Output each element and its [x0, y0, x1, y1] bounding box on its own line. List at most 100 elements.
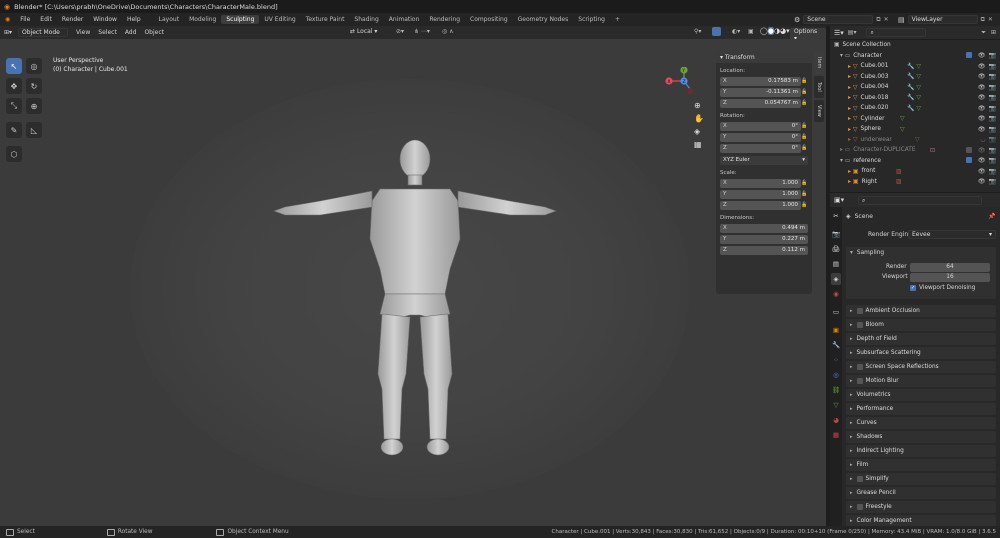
viewport-denoising-checkbox[interactable]: ✓ Viewport Denoising [910, 285, 975, 291]
viewlayer-close-icon[interactable]: ✕ [988, 16, 993, 23]
overlay-icon[interactable]: ◐▾ [732, 28, 740, 35]
scale-tool-icon[interactable]: ⤡ [6, 98, 22, 114]
section-freestyle[interactable]: ▸ Freestyle [846, 501, 996, 513]
menu-help[interactable]: Help [122, 16, 146, 23]
outliner-row[interactable]: ▸ ▽ Cube.004 🔧 ▽ 👁 📷 [830, 82, 1000, 93]
lock-icon[interactable]: 🔓 [801, 191, 808, 197]
location-y-field[interactable]: Y -0.11361 m [720, 87, 801, 97]
menu-render[interactable]: Render [57, 16, 88, 23]
mode-dropdown[interactable]: Object Mode [18, 28, 69, 37]
dimensions-y-field[interactable]: Y 0.227 m [720, 234, 808, 244]
tab-rendering[interactable]: Rendering [424, 15, 465, 24]
section-subsurface-scattering[interactable]: ▸ Subsurface Scattering [846, 347, 996, 359]
select-tool-icon[interactable]: ↖ [6, 58, 22, 74]
pivot-icon[interactable]: ⊘▾ [396, 28, 404, 35]
pin-icon[interactable]: 📌 [988, 213, 995, 220]
outliner-row[interactable]: ▣ Scene Collection [830, 40, 1000, 51]
outliner-row[interactable]: ▸ ▽ Cube.018 🔧 ▽ 👁 📷 [830, 93, 1000, 104]
scene-close-icon[interactable]: ✕ [884, 16, 889, 23]
section-screen-space-reflections[interactable]: ▸ Screen Space Reflections [846, 361, 996, 373]
section-grease-pencil[interactable]: ▸ Grease Pencil [846, 487, 996, 499]
move-tool-icon[interactable]: ✥ [6, 78, 22, 94]
tab-shading[interactable]: Shading [349, 15, 383, 24]
blender-menu-icon[interactable]: ◉ [0, 16, 15, 23]
outliner-row[interactable]: ▸ ▣ Right ▨ 👁 📷 [830, 177, 1000, 188]
pan-hand-icon[interactable]: ✋ [694, 114, 704, 123]
xray-icon[interactable]: ▣ [748, 28, 754, 35]
proportional-edit-icon[interactable]: ◎ ∧ [442, 28, 454, 35]
camera-view-icon[interactable]: ◈ [694, 127, 704, 136]
transform-tool-icon[interactable]: ⊕ [26, 98, 42, 114]
view-layer-tab-icon[interactable]: ▤ [831, 258, 841, 270]
outliner-row[interactable]: ▾ ▭ Character 👁 📷 [830, 51, 1000, 62]
section-film[interactable]: ▸ Film [846, 459, 996, 471]
sampling-header[interactable]: ▾ Sampling [846, 247, 996, 258]
lock-icon[interactable]: 🔓 [801, 202, 808, 208]
gizmo-toggle-icon[interactable] [712, 27, 721, 36]
transform-panel-header[interactable]: ▾ Transform [716, 52, 812, 63]
lock-icon[interactable]: 🔓 [801, 78, 808, 84]
tab-layout[interactable]: Layout [154, 15, 184, 24]
menu-edit[interactable]: Edit [35, 16, 57, 23]
snap-icon[interactable]: ⋔ ⋯▾ [414, 28, 430, 35]
character-model[interactable] [260, 139, 560, 459]
shading-modes[interactable]: ◯●◑◕▾ [760, 27, 790, 35]
rotation-x-field[interactable]: X 0° [720, 121, 801, 131]
dimensions-x-field[interactable]: X 0.494 m [720, 223, 808, 233]
section-shadows[interactable]: ▸ Shadows [846, 431, 996, 443]
viewlayer-icon[interactable]: ▤ [898, 16, 905, 24]
lock-icon[interactable]: 🔓 [801, 100, 808, 106]
section-simplify[interactable]: ▸ Simplify [846, 473, 996, 485]
scale-z-field[interactable]: Z 1.000 [720, 200, 801, 210]
dimensions-z-field[interactable]: Z 0.112 m [720, 245, 808, 255]
tab-scripting[interactable]: Scripting [573, 15, 610, 24]
lock-icon[interactable]: 🔓 [801, 89, 808, 95]
add-cube-tool-icon[interactable]: ⬡ [6, 146, 22, 162]
3d-viewport[interactable]: User Perspective (0) Character | Cube.00… [0, 39, 826, 526]
outliner-row[interactable]: ▸ ▽ Sphere ▽ 👁 📷 [830, 124, 1000, 135]
tab-modeling[interactable]: Modeling [184, 15, 221, 24]
output-tab-icon[interactable]: 🖨 [831, 243, 841, 255]
grid-view-icon[interactable]: ▦ [694, 140, 704, 149]
annotate-tool-icon[interactable]: ✎ [6, 122, 22, 138]
rotate-tool-icon[interactable]: ↻ [26, 78, 42, 94]
outliner-row[interactable]: ▸ ▽ Cube.001 🔧 ▽ 👁 📷 [830, 61, 1000, 72]
tab-compositing[interactable]: Compositing [465, 15, 513, 24]
scene-field[interactable]: Scene [803, 15, 874, 24]
section-bloom[interactable]: ▸ Bloom [846, 319, 996, 331]
section-volumetrics[interactable]: ▸ Volumetrics [846, 389, 996, 401]
filter-icon[interactable]: ⏷ [981, 29, 986, 37]
add-workspace-button[interactable]: + [610, 15, 625, 24]
viewlayer-copy-icon[interactable]: ⧉ [981, 16, 985, 24]
section-curves[interactable]: ▸ Curves [846, 417, 996, 429]
tab-sculpting[interactable]: Sculpting [221, 15, 260, 24]
lock-icon[interactable]: 🔓 [801, 123, 808, 129]
scene-copy-icon[interactable]: ⧉ [876, 16, 880, 24]
outliner-row[interactable]: ▸ ▽ Cylinder ▽ 👁 📷 [830, 114, 1000, 125]
tab-item[interactable]: Item [814, 52, 824, 74]
visibility-icon[interactable]: ⚲▾ [694, 28, 701, 35]
scale-x-field[interactable]: X 1.000 [720, 178, 801, 188]
tab-animation[interactable]: Animation [384, 15, 425, 24]
transform-orientation-dropdown[interactable]: ⇄ Local ▾ [350, 28, 377, 35]
display-mode-icon[interactable]: ▤▾ [848, 29, 857, 36]
outliner-row[interactable]: ▸ ▽ Cube.020 🔧 ▽ 👁 📷 [830, 103, 1000, 114]
tab-view[interactable]: View [814, 100, 824, 122]
outliner-row[interactable]: ▸ ▽ Cube.003 🔧 ▽ 👁 📷 [830, 72, 1000, 83]
menu-window[interactable]: Window [88, 16, 122, 23]
menu-select[interactable]: Select [94, 29, 121, 36]
rotation-mode-dropdown[interactable]: XYZ Euler ▾ [720, 155, 808, 165]
section-depth-of-field[interactable]: ▸ Depth of Field [846, 333, 996, 345]
outliner-row[interactable]: ▾ ▭ reference 👁 📷 [830, 156, 1000, 167]
cursor-tool-icon[interactable]: ◎ [26, 58, 42, 74]
viewport-samples-field[interactable]: 16 [910, 273, 990, 282]
lock-icon[interactable]: 🔓 [801, 145, 808, 151]
menu-view[interactable]: View [72, 29, 94, 36]
scale-y-field[interactable]: Y 1.000 [720, 189, 801, 199]
editor-type-icon[interactable]: ⊞▾ [0, 29, 16, 36]
render-tab-icon[interactable]: 📷 [831, 228, 841, 240]
scene-tab-icon[interactable]: ◈ [831, 273, 841, 285]
render-samples-field[interactable]: 64 [910, 263, 990, 272]
menu-object[interactable]: Object [140, 29, 168, 36]
tool-tab-icon[interactable]: ✂ [831, 210, 841, 222]
